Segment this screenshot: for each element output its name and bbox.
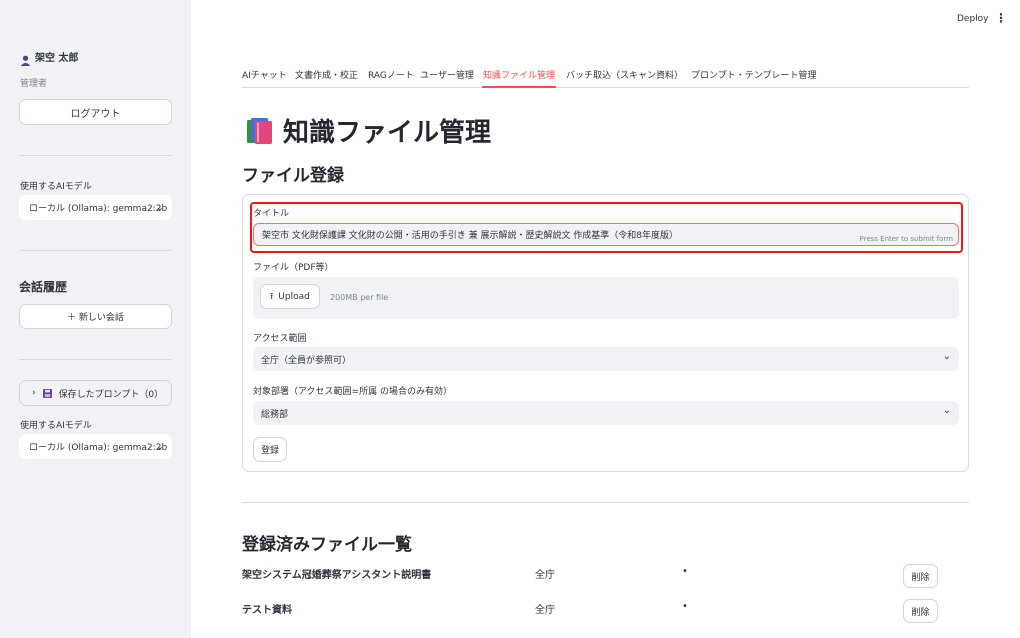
dept-select-value: 総務部	[261, 409, 289, 420]
access-select-value: 全庁（全員が参照可）	[261, 355, 352, 366]
deploy-button[interactable]: Deploy	[957, 14, 989, 24]
saved-prompts-label: 保存したプロンプト（0）	[58, 389, 164, 400]
upload-form: タイトル 架空市 文化財保護課 文化財の公開・活用の手引き 兼 展示解説・歴史解…	[242, 194, 969, 472]
logout-button[interactable]: ログアウト	[19, 99, 172, 125]
upload-button[interactable]: ⭱ Upload	[260, 284, 320, 309]
page-header: 知識ファイル管理	[245, 112, 491, 149]
access-field-label: アクセス範囲	[253, 334, 307, 344]
register-button[interactable]: 登録	[253, 437, 287, 462]
sidebar: 架空 太郎 管理者 ログアウト 使用するAIモデル ローカル (Ollama):…	[0, 0, 191, 638]
register-section-title: ファイル登録	[242, 166, 344, 186]
books-icon	[245, 117, 275, 145]
model-label: 使用するAIモデル	[20, 182, 92, 192]
upload-label: Upload	[278, 291, 310, 302]
tab-ai-chat[interactable]: AIチャット	[242, 68, 287, 81]
file-scope: 全庁	[535, 605, 555, 616]
sidebar-divider	[19, 155, 172, 156]
tab-underline	[242, 87, 969, 88]
saved-prompts-expander[interactable]: › 保存したプロンプト（0）	[19, 380, 172, 406]
chevron-right-icon: ›	[32, 388, 36, 398]
tab-knowledge-files[interactable]: 知識ファイル管理	[483, 68, 555, 81]
file-bullet: •	[682, 566, 688, 577]
model-select-value: ローカル (Ollama): gemma2:2b	[29, 443, 168, 453]
model-select[interactable]: ローカル (Ollama): gemma2:2b ⌄	[19, 195, 172, 220]
section-divider	[242, 502, 969, 503]
model-select[interactable]: ローカル (Ollama): gemma2:2b ⌄	[19, 434, 172, 459]
tab-document[interactable]: 文書作成・校正	[295, 68, 358, 81]
file-scope: 全庁	[535, 570, 555, 581]
chevron-down-icon: ⌄	[155, 202, 164, 213]
sidebar-divider	[19, 359, 172, 360]
file-dropzone[interactable]: ⭱ Upload 200MB per file	[253, 277, 959, 319]
delete-button[interactable]: 削除	[903, 599, 938, 623]
floppy-disk-icon	[42, 388, 52, 398]
delete-button[interactable]: 削除	[903, 564, 938, 588]
file-name: 架空システム冠婚葬祭アシスタント説明書	[242, 570, 432, 581]
tab-prompt-templates[interactable]: プロンプト・テンプレート管理	[691, 68, 816, 81]
upload-limit: 200MB per file	[330, 293, 389, 302]
file-name: テスト資料	[242, 605, 292, 616]
title-field-label: タイトル	[253, 209, 290, 219]
model-select-value: ローカル (Ollama): gemma2:2b	[29, 204, 168, 214]
new-chat-button[interactable]: ＋ 新しい会話	[19, 304, 172, 329]
tab-batch-import[interactable]: バッチ取込（スキャン資料）	[566, 68, 683, 81]
chevron-down-icon: ⌄	[942, 351, 951, 362]
more-menu-icon[interactable]: ⋮	[995, 11, 1007, 25]
main-area: Deploy ⋮ AIチャット 文書作成・校正 RAGノート ユーザー管理 知識…	[191, 0, 1020, 638]
user-icon	[20, 51, 31, 66]
sidebar-divider	[19, 250, 172, 251]
tab-rag-note[interactable]: RAGノート	[368, 68, 414, 81]
file-bullet: •	[682, 601, 688, 612]
history-title: 会話履歴	[19, 280, 68, 294]
access-select[interactable]: 全庁（全員が参照可） ⌄	[253, 347, 959, 371]
page-title: 知識ファイル管理	[283, 118, 492, 148]
user-role: 管理者	[20, 79, 48, 89]
dept-select[interactable]: 総務部 ⌄	[253, 401, 959, 425]
tab-user-admin[interactable]: ユーザー管理	[420, 68, 474, 81]
user-info: 架空 太郎	[20, 49, 79, 66]
user-name: 架空 太郎	[35, 53, 79, 64]
enter-hint: Press Enter to submit form	[859, 235, 954, 243]
title-input[interactable]: 架空市 文化財保護課 文化財の公開・活用の手引き 兼 展示解説・歴史解説文 作成…	[253, 223, 959, 246]
model-label: 使用するAIモデル	[20, 421, 92, 431]
chevron-down-icon: ⌄	[155, 441, 164, 452]
title-input-value: 架空市 文化財保護課 文化財の公開・活用の手引き 兼 展示解説・歴史解説文 作成…	[262, 231, 679, 241]
active-tab-indicator	[482, 86, 556, 88]
list-section-title: 登録済みファイル一覧	[242, 535, 412, 555]
chevron-down-icon: ⌄	[942, 405, 951, 416]
dept-field-label: 対象部署（アクセス範囲=所属 の場合のみ有効）	[253, 387, 452, 397]
upload-icon: ⭱	[270, 291, 274, 302]
file-field-label: ファイル（PDF等）	[253, 263, 334, 273]
